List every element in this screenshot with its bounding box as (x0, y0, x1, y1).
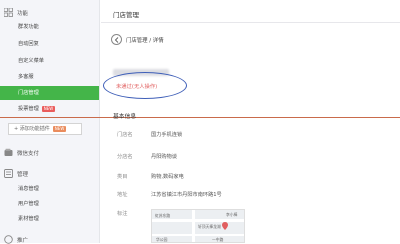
sidebar-item-custom-menu[interactable]: 自定义菜单 (0, 54, 99, 68)
new-badge: NEW (52, 125, 67, 132)
page-title: 门店管理 (113, 11, 139, 19)
sidebar-group-label: 推广 (17, 237, 29, 244)
field-label-address: 地址 (117, 192, 128, 198)
map-label: 李小棒 (226, 212, 238, 217)
app-window: 功能 群发功能 自动回复 自定义菜单 多客服 门店管理 投票管理 NEW + 添加… (0, 0, 400, 244)
sidebar-item-user-management[interactable]: 用户管理 (0, 197, 99, 211)
map-road (192, 210, 195, 242)
sidebar-item-multi-service[interactable]: 多客服 (0, 70, 99, 84)
highlight-ellipse (103, 72, 187, 99)
field-value-store-name: 国力手机连锁 (151, 132, 183, 138)
sidebar-group-function: 功能 (4, 8, 28, 17)
main-content: 门店管理 门店管理 / 详情 未通过(无人操作) 基本信息 门店名 国力手机连锁… (0, 0, 400, 243)
sidebar-item-vote-management[interactable]: 投票管理 NEW (0, 102, 99, 116)
sidebar-item-label: 群发功能 (18, 24, 39, 30)
sidebar-item-auto-reply[interactable]: 自动回复 (0, 37, 99, 51)
wallet-icon (4, 148, 13, 156)
sidebar-group-label: 功能 (17, 10, 29, 17)
sidebar-item-mass-send[interactable]: 群发功能 (0, 20, 99, 34)
sidebar-item-label: 门店管理 (18, 90, 39, 96)
add-plugin-label: 添加功能插件 (19, 126, 50, 132)
map-label: 一中路 (212, 237, 224, 242)
map-road (152, 219, 244, 222)
field-value-branch-name: 丹阳购物谈 (151, 154, 177, 160)
sidebar-item-label: 消息管理 (18, 186, 39, 192)
map-road (152, 234, 244, 236)
section-title: 基本信息 (113, 114, 137, 120)
sidebar-item-label: 自动回复 (18, 41, 39, 47)
annotation-line (0, 117, 400, 118)
location-map[interactable]: 虹苏东路 轩顶天棒龙湖 华公园 一中路 李小棒 (151, 209, 245, 243)
sidebar-group-label: 微信支付 (17, 150, 40, 157)
divider (101, 22, 400, 23)
back-button[interactable] (111, 34, 122, 45)
sidebar-group-label: 管理 (17, 171, 29, 178)
sidebar-item-material-management[interactable]: 素材管理 (0, 212, 99, 226)
field-label-category: 类目 (117, 174, 128, 180)
field-label-marker: 标注 (117, 211, 128, 217)
field-label-branch-name: 分店名 (117, 154, 133, 160)
sidebar-item-message-management[interactable]: 消息管理 (0, 182, 99, 196)
breadcrumb: 门店管理 / 详情 (126, 38, 164, 44)
map-label: 轩顶天棒龙湖 (198, 224, 221, 229)
sidebar-item-label: 素材管理 (18, 216, 39, 222)
map-pin-icon (222, 222, 228, 230)
field-value-address: 江苏省镇江市丹阳市南环路1号 (151, 192, 222, 198)
chevron-left-icon (114, 37, 119, 43)
sidebar-item-label: 多客服 (18, 74, 34, 80)
map-label: 华公园 (156, 237, 168, 242)
sidebar-group-wechat-pay[interactable]: 微信支付 (4, 148, 39, 157)
sidebar-item-label: 投票管理 (18, 106, 39, 112)
field-label-store-name: 门店名 (117, 132, 133, 138)
sidebar-item-label: 自定义菜单 (18, 58, 44, 64)
manage-icon (4, 169, 13, 178)
sidebar-item-store-management[interactable]: 门店管理 (0, 86, 99, 100)
sidebar-item-label: 用户管理 (18, 201, 39, 207)
field-value-category: 购物,数码家电 (151, 174, 184, 180)
sidebar: 功能 群发功能 自动回复 自定义菜单 多客服 门店管理 投票管理 NEW + 添加… (0, 0, 100, 244)
map-label: 虹苏东路 (155, 213, 171, 218)
new-badge: NEW (41, 105, 56, 112)
grid-icon (4, 8, 13, 17)
sidebar-group-manage: 管理 (4, 169, 28, 178)
add-plugin-button[interactable]: + 添加功能插件 NEW (8, 123, 82, 135)
